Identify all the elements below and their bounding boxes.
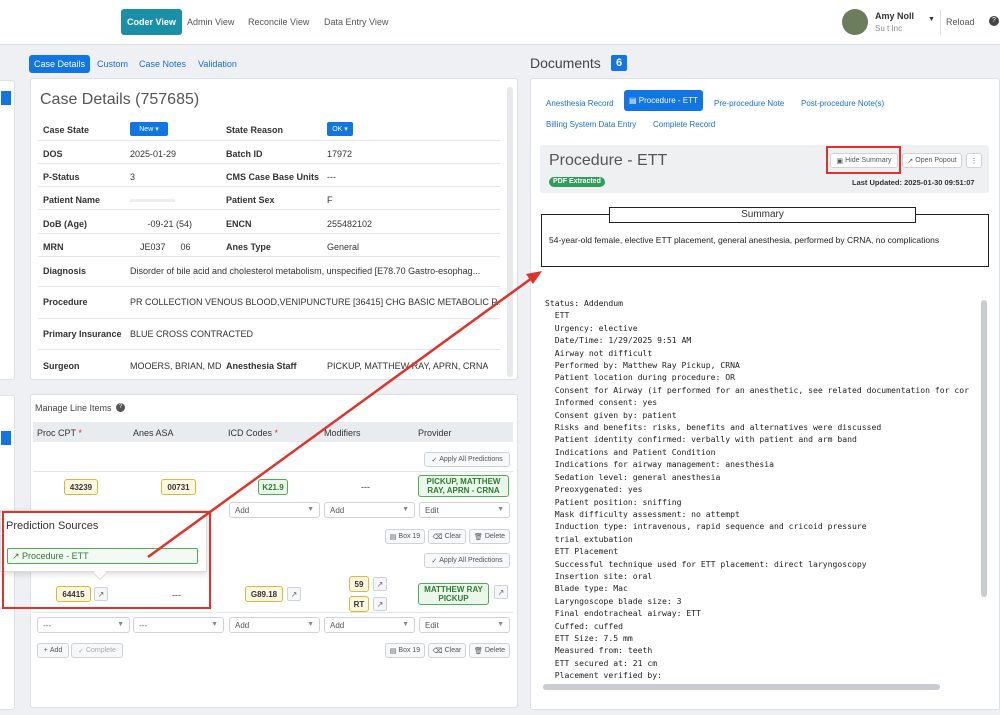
annotation-arrow [147, 271, 542, 559]
